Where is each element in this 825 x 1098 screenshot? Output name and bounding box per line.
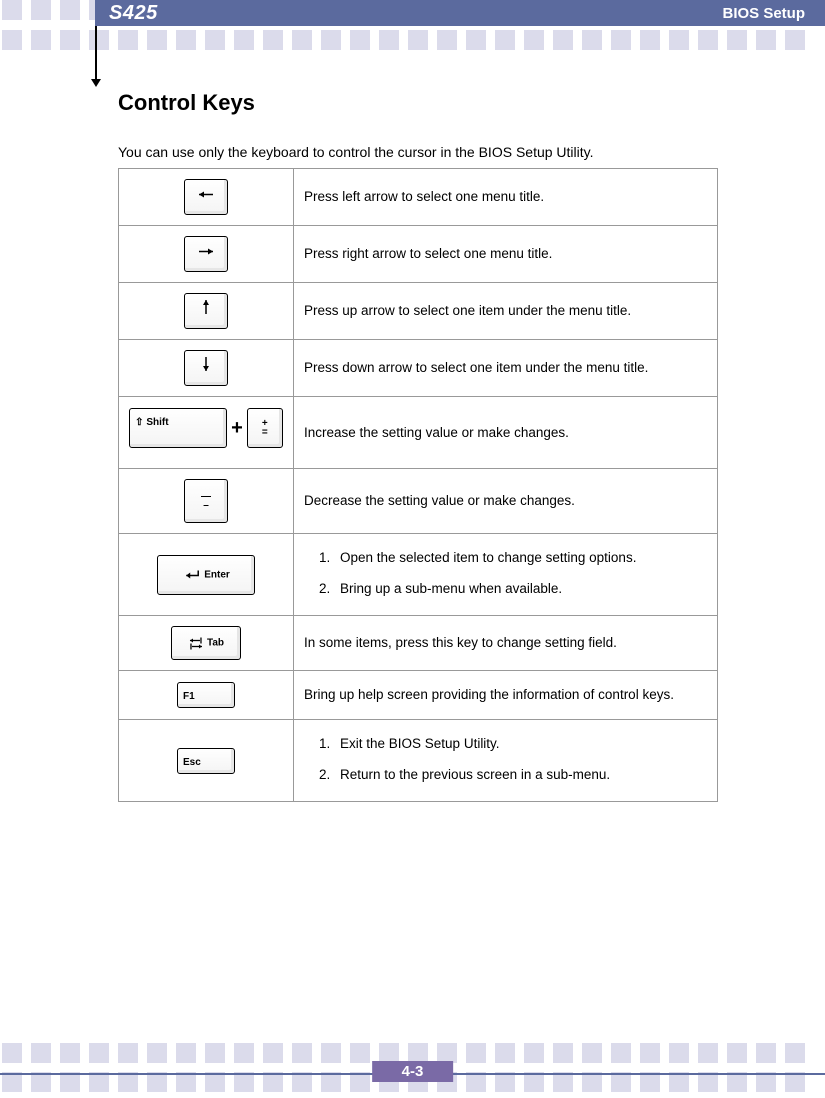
table-row: Tab In some items, press this key to cha… <box>119 616 718 671</box>
table-row: Esc Exit the BIOS Setup Utility. Return … <box>119 720 718 802</box>
table-row: F1 Bring up help screen providing the in… <box>119 671 718 720</box>
decrease-desc: Decrease the setting value or make chang… <box>294 469 718 534</box>
right-arrow-desc: Press right arrow to select one menu tit… <box>294 226 718 283</box>
esc-key-icon: Esc <box>177 748 235 774</box>
down-arrow-key-icon <box>184 350 228 386</box>
enter-key-icon: Enter <box>157 555 255 595</box>
table-row: — – Decrease the setting value or make c… <box>119 469 718 534</box>
table-row: Press up arrow to select one item under … <box>119 283 718 340</box>
tab-key-icon: Tab <box>171 626 241 660</box>
enter-desc: Open the selected item to change setting… <box>294 534 718 616</box>
table-row: Press left arrow to select one menu titl… <box>119 169 718 226</box>
model-label: S425 <box>109 2 158 25</box>
minus-key-icon: — – <box>184 479 228 523</box>
increase-desc: Increase the setting value or make chang… <box>294 397 718 469</box>
right-arrow-key-icon <box>184 236 228 272</box>
left-arrow-key-icon <box>184 179 228 215</box>
tab-desc: In some items, press this key to change … <box>294 616 718 671</box>
control-keys-table: Press left arrow to select one menu titl… <box>118 168 718 802</box>
deco-bottom-1 <box>0 1043 825 1063</box>
deco-top-2 <box>0 30 825 50</box>
page-title: Control Keys <box>118 90 718 116</box>
page-header: S425 BIOS Setup <box>95 0 825 26</box>
esc-desc: Exit the BIOS Setup Utility. Return to t… <box>294 720 718 802</box>
header-arrow-icon <box>95 26 97 81</box>
page-content: Control Keys You can use only the keyboa… <box>118 90 718 802</box>
shift-plus-combo-icon: ⇧ Shift + + = <box>129 407 283 449</box>
page-number: 4-3 <box>372 1061 454 1082</box>
table-row: Press down arrow to select one item unde… <box>119 340 718 397</box>
intro-text: You can use only the keyboard to control… <box>118 144 718 160</box>
table-row: Press right arrow to select one menu tit… <box>119 226 718 283</box>
table-row: Enter Open the selected item to change s… <box>119 534 718 616</box>
table-row: ⇧ Shift + + = Increase the setting value… <box>119 397 718 469</box>
f1-desc: Bring up help screen providing the infor… <box>294 671 718 720</box>
down-arrow-desc: Press down arrow to select one item unde… <box>294 340 718 397</box>
f1-key-icon: F1 <box>177 682 235 708</box>
section-label: BIOS Setup <box>722 5 805 22</box>
up-arrow-desc: Press up arrow to select one item under … <box>294 283 718 340</box>
left-arrow-desc: Press left arrow to select one menu titl… <box>294 169 718 226</box>
up-arrow-key-icon <box>184 293 228 329</box>
